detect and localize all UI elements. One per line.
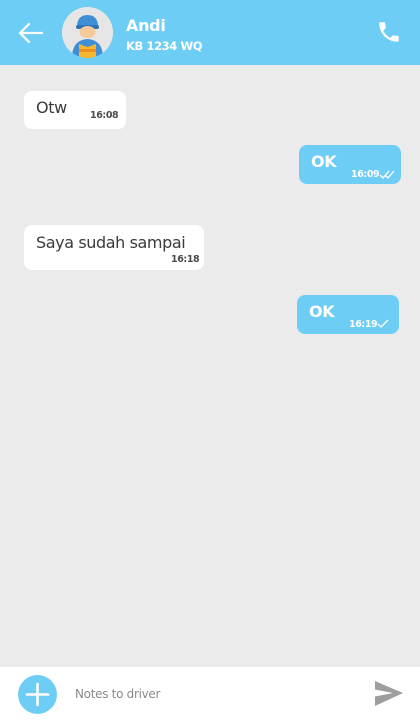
driver-avatar-icon	[62, 7, 113, 58]
message-time: 16:08	[90, 110, 119, 121]
call-button[interactable]	[376, 19, 402, 45]
chat-header: Andi KB 1234 WQ	[0, 0, 420, 65]
message-bubble-incoming: Saya sudah sampai 16:18	[24, 225, 204, 270]
plate-number: KB 1234 WQ	[126, 39, 203, 53]
add-button[interactable]	[18, 675, 57, 714]
notes-to-driver-input[interactable]	[72, 681, 358, 707]
send-button[interactable]	[373, 678, 405, 710]
message-bubble-outgoing: OK 16:09	[299, 145, 401, 184]
double-check-icon	[379, 170, 395, 179]
plus-icon	[25, 682, 50, 707]
message-text: OK	[311, 152, 337, 171]
check-icon	[377, 319, 389, 328]
message-time: 16:18	[171, 254, 200, 265]
message-time: 16:09	[351, 169, 380, 180]
message-text: OK	[309, 302, 335, 321]
back-button[interactable]	[14, 18, 48, 48]
message-bubble-incoming: Otw 16:08	[24, 91, 126, 129]
message-bubble-outgoing: OK 16:19	[297, 295, 399, 334]
avatar[interactable]	[62, 7, 113, 58]
message-text: Saya sudah sampai	[36, 233, 186, 252]
driver-name: Andi	[126, 16, 166, 35]
message-time: 16:19	[349, 319, 378, 330]
arrow-left-icon	[18, 22, 44, 44]
message-composer	[0, 667, 420, 720]
message-text: Otw	[36, 98, 67, 117]
send-icon	[375, 681, 403, 706]
phone-icon	[379, 22, 399, 42]
